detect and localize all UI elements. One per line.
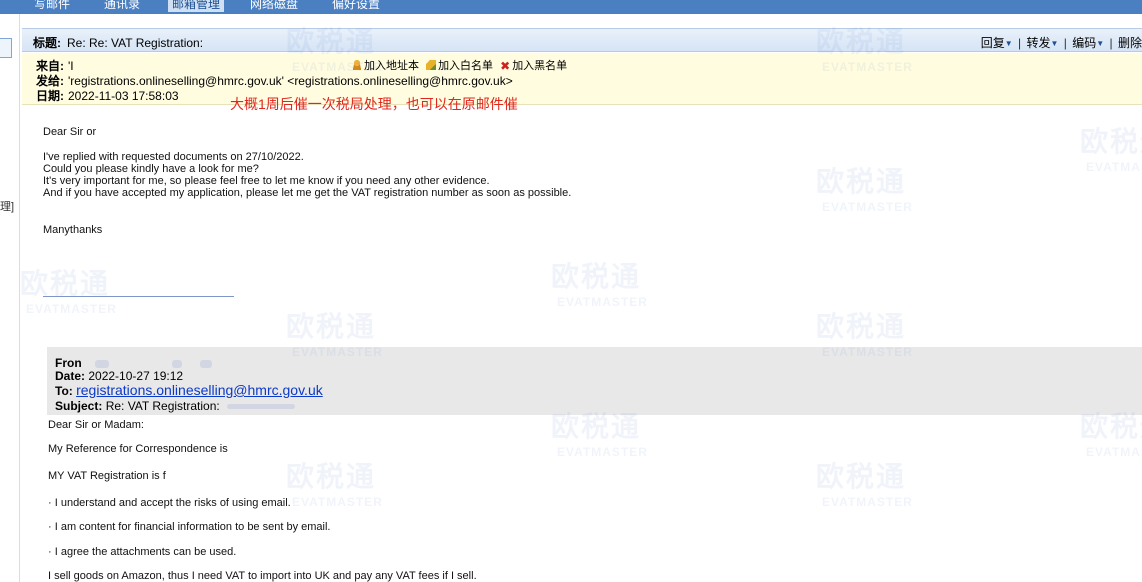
quoted-line: Dear Sir or Madam:: [48, 419, 144, 431]
pencil-icon: [426, 60, 437, 70]
redacted-text: [95, 359, 110, 368]
tab-preferences[interactable]: 偏好设置: [332, 0, 380, 12]
redacted-text: [172, 359, 183, 368]
chevron-down-icon: ▼: [1096, 39, 1105, 48]
body-line: Could you please kindly have a look for …: [43, 163, 259, 175]
sidebar-collapsed-box[interactable]: [0, 38, 12, 58]
chevron-down-icon: ▼: [1004, 39, 1013, 48]
body-line: I've replied with requested documents on…: [43, 151, 304, 163]
subject-bar: 标题: Re: Re: VAT Registration: 回复▼ | 转发▼ |…: [22, 28, 1142, 52]
greeting: Dear Sir or: [43, 126, 97, 138]
message-actions: 回复▼ | 转发▼ | 编码▼ | 删除: [981, 34, 1142, 51]
quoted-line: · I agree the attachments can be used.: [48, 546, 237, 558]
watermark: 欧税通EVATMASTER: [20, 268, 117, 316]
encoding-button[interactable]: 编码▼: [1072, 36, 1104, 50]
left-sidebar-edge: 理]: [0, 14, 20, 582]
forward-button[interactable]: 转发▼: [1026, 36, 1058, 50]
delete-button[interactable]: 删除: [1118, 36, 1142, 50]
quoted-from-row: Fron: [55, 356, 212, 370]
tab-contacts[interactable]: 通讯录: [104, 0, 140, 12]
contact-icon: [352, 60, 362, 70]
add-to-contacts-link[interactable]: 加入地址本: [352, 60, 419, 72]
signature-divider: [43, 296, 234, 297]
separator: |: [1063, 36, 1067, 50]
body-line: And if you have accepted my application,…: [43, 187, 572, 199]
watermark: 欧税通EVATMASTER: [1080, 126, 1142, 174]
tab-mailbox-manage[interactable]: 邮箱管理: [168, 0, 225, 12]
add-blacklist-label: 加入黑名单: [512, 60, 568, 72]
to-value: 'registrations.onlineselling@hmrc.gov.uk…: [68, 74, 513, 88]
reply-label: 回复: [980, 36, 1005, 50]
sidebar-edge-text: 理]: [0, 201, 15, 213]
watermark: 欧税通EVATMASTER: [816, 461, 913, 509]
quoted-subject-row: Subject: Re: VAT Registration:: [55, 399, 296, 413]
quoted-line: · I am content for financial information…: [48, 521, 331, 533]
quoted-date-row: Date: 2022-10-27 19:12: [55, 369, 183, 383]
annotation-note: 大概1周后催一次税局处理，也可以在原邮件催: [230, 96, 518, 112]
quoted-line: My Reference for Correspondence is: [48, 443, 228, 455]
redacted-text: [227, 404, 296, 410]
subject-label: 标题:: [33, 36, 61, 50]
quoted-to-row: To: registrations.onlineselling@hmrc.gov…: [55, 382, 323, 398]
date-row: 日期: 2022-11-03 17:58:03: [36, 87, 179, 104]
quoted-subject-label: Subject:: [55, 399, 103, 413]
sender-quick-actions: 加入地址本 加入白名单 ✖ 加入黑名单: [352, 57, 571, 73]
close-icon: ✖: [500, 59, 511, 73]
subject-line: 标题: Re: Re: VAT Registration:: [33, 34, 203, 51]
message-header: 来自: 'I 加入地址本 加入白名单 ✖ 加入黑名单 发给: 'registratio…: [22, 53, 1142, 105]
add-contact-label: 加入地址本: [364, 60, 419, 72]
add-to-blacklist-link[interactable]: ✖ 加入黑名单: [500, 60, 567, 72]
from-label: 来自:: [36, 59, 64, 73]
separator: |: [1109, 36, 1113, 50]
watermark: 欧税通EVATMASTER: [286, 461, 383, 509]
closing: Manythanks: [43, 224, 103, 236]
tab-network-disk[interactable]: 网络磁盘: [250, 0, 298, 12]
encoding-label: 编码: [1072, 36, 1097, 50]
tab-compose[interactable]: 写邮件: [34, 0, 70, 12]
quoted-date-value: 2022-10-27 19:12: [88, 369, 184, 383]
separator: |: [1018, 36, 1022, 50]
top-navigation: 写邮件 通讯录 邮箱管理 网络磁盘 偏好设置: [0, 0, 1142, 14]
add-whitelist-label: 加入白名单: [438, 60, 494, 72]
forward-label: 转发: [1026, 36, 1051, 50]
quoted-line: MY VAT Registration is f: [48, 470, 166, 482]
subject-text: Re: Re: VAT Registration:: [67, 36, 204, 50]
reply-button[interactable]: 回复▼: [981, 36, 1013, 50]
body-line: It's very important for me, so please fe…: [43, 175, 490, 187]
redacted-text: [199, 359, 212, 368]
date-value: 2022-11-03 17:58:03: [68, 89, 179, 103]
quoted-line: · I understand and accept the risks of u…: [48, 497, 291, 509]
add-to-whitelist-link[interactable]: 加入白名单: [426, 60, 493, 72]
watermark: 欧税通EVATMASTER: [816, 166, 913, 214]
quoted-to-label: To:: [55, 384, 73, 398]
quoted-header: Fron Date: 2022-10-27 19:12 To: registra…: [47, 347, 1142, 415]
quoted-line: I sell goods on Amazon, thus I need VAT …: [48, 570, 477, 582]
from-value: 'I: [68, 59, 74, 73]
chevron-down-icon: ▼: [1050, 39, 1059, 48]
quoted-date-label: Date:: [55, 369, 86, 383]
quoted-from-label: Fron: [55, 356, 82, 370]
date-label: 日期:: [36, 89, 64, 103]
to-label: 发给:: [36, 74, 64, 88]
quoted-to-link[interactable]: registrations.onlineselling@hmrc.gov.uk: [76, 382, 323, 398]
quoted-subject-value: Re: VAT Registration:: [105, 399, 220, 413]
watermark: 欧税通EVATMASTER: [551, 261, 648, 309]
